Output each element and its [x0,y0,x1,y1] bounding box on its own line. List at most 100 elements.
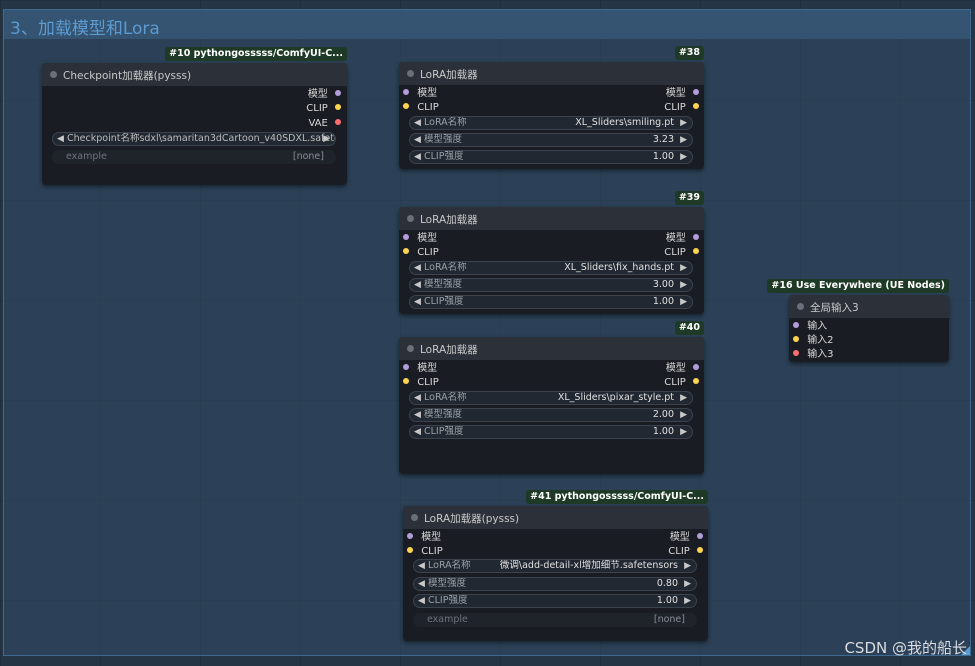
arrow-left-icon[interactable]: ◀ [57,133,64,145]
use-everywhere-node[interactable]: #16 Use Everywhere (UE Nodes) 全局输入3 输入 输… [767,279,949,362]
arrow-right-icon[interactable]: ▶ [680,426,687,438]
lora-loader-node-38[interactable]: #38 LoRA加载器 模型 模型 CLIP CLIP ◀ LoRA名称 XL_… [399,46,704,169]
lora-name-combo[interactable]: ◀ LoRA名称 XL_Sliders\fix_hands.pt ▶ [409,261,693,275]
model-port-icon[interactable] [697,533,703,539]
input-clip[interactable]: CLIP [407,545,443,559]
model-strength-number[interactable]: ◀ 模型强度 3.23 ▶ [409,133,693,147]
arrow-left-icon[interactable]: ◀ [414,262,421,274]
node-header[interactable]: LoRA加载器 [399,62,704,85]
input-model[interactable]: 模型 [403,232,437,246]
clip-port-icon[interactable] [693,103,699,109]
model-port-icon[interactable] [403,89,409,95]
output-model[interactable]: 模型 [670,531,703,545]
arrow-left-icon[interactable]: ◀ [418,560,425,572]
model-port-icon[interactable] [693,89,699,95]
input-3[interactable]: 输入3 [793,348,834,362]
lora-loader-node-39[interactable]: #39 LoRA加载器 模型 模型 CLIP CLIP ◀ LoRA名称 XL_… [399,191,704,314]
arrow-left-icon[interactable]: ◀ [414,117,421,129]
arrow-right-icon[interactable]: ▶ [684,560,691,572]
model-port-icon[interactable] [403,364,409,370]
collapse-dot-icon[interactable] [411,514,418,521]
ckpt-name-combo[interactable]: ◀ Checkpoint名称sdxl\samaritan3dCartoon_v4… [52,132,336,146]
arrow-right-icon[interactable]: ▶ [684,578,691,590]
output-clip[interactable]: CLIP [306,102,341,116]
arrow-left-icon[interactable]: ◀ [414,279,421,291]
model-port-icon[interactable] [693,234,699,240]
arrow-left-icon[interactable]: ◀ [414,426,421,438]
input-model[interactable]: 模型 [403,87,437,101]
model-port-icon[interactable] [335,90,341,96]
arrow-right-icon[interactable]: ▶ [680,279,687,291]
example-text-widget[interactable]: example [none] [413,613,697,627]
arrow-left-icon[interactable]: ◀ [414,392,421,404]
input-model[interactable]: 模型 [407,531,441,545]
arrow-right-icon[interactable]: ▶ [680,392,687,404]
arrow-right-icon[interactable]: ▶ [680,409,687,421]
input-model[interactable]: 模型 [403,362,437,376]
model-strength-number[interactable]: ◀ 模型强度 3.00 ▶ [409,278,693,292]
collapse-dot-icon[interactable] [50,71,57,78]
output-model[interactable]: 模型 [666,232,699,246]
checkpoint-loader-node[interactable]: #10 pythongosssss/ComfyUI-C... Checkpoin… [42,47,347,185]
arrow-left-icon[interactable]: ◀ [414,409,421,421]
input-clip[interactable]: CLIP [403,246,439,260]
clip-port-icon[interactable] [403,378,409,384]
arrow-left-icon[interactable]: ◀ [418,578,425,590]
input-clip[interactable]: CLIP [403,376,439,390]
output-clip[interactable]: CLIP [664,376,699,390]
lora-name-combo[interactable]: ◀ LoRA名称 XL_Sliders\smiling.pt ▶ [409,116,693,130]
collapse-dot-icon[interactable] [407,70,414,77]
arrow-right-icon[interactable]: ▶ [680,134,687,146]
model-port-icon[interactable] [693,364,699,370]
node-header[interactable]: LoRA加载器 [399,207,704,230]
output-vae[interactable]: VAE [308,117,341,131]
clip-port-icon[interactable] [335,104,341,110]
clip-port-icon[interactable] [407,547,413,553]
node-header[interactable]: LoRA加载器(pysss) [403,506,708,529]
clip-port-icon[interactable] [403,248,409,254]
output-model[interactable]: 模型 [666,362,699,376]
output-clip[interactable]: CLIP [664,101,699,115]
arrow-left-icon[interactable]: ◀ [418,595,425,607]
lora-loader-pysss-node-41[interactable]: #41 pythongosssss/ComfyUI-C... LoRA加载器(p… [403,490,708,641]
clip-strength-number[interactable]: ◀ CLIP强度 1.00 ▶ [409,150,693,164]
output-clip[interactable]: CLIP [668,545,703,559]
clip-strength-number[interactable]: ◀ CLIP强度 1.00 ▶ [409,425,693,439]
collapse-dot-icon[interactable] [407,345,414,352]
clip-port-icon[interactable] [697,547,703,553]
group-titlebar[interactable]: 3、加载模型和Lora [4,10,970,39]
arrow-right-icon[interactable]: ▶ [323,133,330,145]
model-strength-number[interactable]: ◀ 模型强度 0.80 ▶ [413,577,697,591]
vae-port-icon[interactable] [793,350,799,356]
output-model[interactable]: 模型 [308,88,341,102]
output-clip[interactable]: CLIP [664,246,699,260]
clip-port-icon[interactable] [693,248,699,254]
clip-strength-number[interactable]: ◀ CLIP强度 1.00 ▶ [413,594,697,608]
node-header[interactable]: Checkpoint加载器(pysss) [42,63,347,86]
clip-port-icon[interactable] [793,336,799,342]
arrow-right-icon[interactable]: ▶ [680,262,687,274]
output-model[interactable]: 模型 [666,87,699,101]
arrow-left-icon[interactable]: ◀ [414,134,421,146]
model-port-icon[interactable] [403,234,409,240]
node-header[interactable]: 全局输入3 [789,295,949,318]
arrow-right-icon[interactable]: ▶ [680,151,687,163]
lora-name-combo[interactable]: ◀ LoRA名称 XL_Sliders\pixar_style.pt ▶ [409,391,693,405]
lora-name-combo[interactable]: ◀ LoRA名称 微调\add-detail-xl增加细节.safetensor… [413,559,697,573]
input-clip[interactable]: CLIP [403,101,439,115]
arrow-right-icon[interactable]: ▶ [684,595,691,607]
lora-loader-node-40[interactable]: #40 LoRA加载器 模型 模型 CLIP CLIP ◀ LoRA名称 XL_… [399,321,704,474]
model-port-icon[interactable] [793,322,799,328]
clip-port-icon[interactable] [403,103,409,109]
node-header[interactable]: LoRA加载器 [399,337,704,360]
collapse-dot-icon[interactable] [797,303,804,310]
input-1[interactable]: 输入 [793,320,827,334]
clip-port-icon[interactable] [693,378,699,384]
arrow-right-icon[interactable]: ▶ [680,296,687,308]
collapse-dot-icon[interactable] [407,215,414,222]
clip-strength-number[interactable]: ◀ CLIP强度 1.00 ▶ [409,295,693,309]
arrow-left-icon[interactable]: ◀ [414,296,421,308]
model-strength-number[interactable]: ◀ 模型强度 2.00 ▶ [409,408,693,422]
vae-port-icon[interactable] [335,119,341,125]
arrow-right-icon[interactable]: ▶ [680,117,687,129]
